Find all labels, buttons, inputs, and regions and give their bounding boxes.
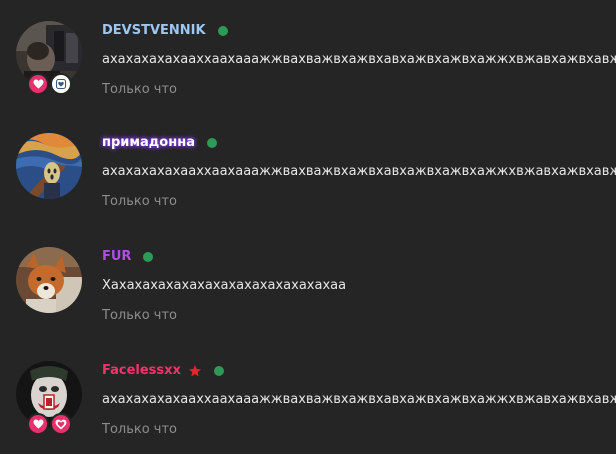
comment-item: Facelessxx ахахахахахааххаахааажжвахважв… xyxy=(0,340,616,454)
comment-item: FUR Хахахахахахахахахахахахахахахаа Толь… xyxy=(0,226,616,340)
username[interactable]: примадонна xyxy=(102,134,195,152)
white-heart-badge[interactable] xyxy=(50,413,72,435)
comment-item: примадонна ахахахахахааххаахааажжвахважв… xyxy=(0,112,616,226)
online-indicator xyxy=(206,138,217,148)
timestamp: Только что xyxy=(102,194,178,209)
heart-badge[interactable] xyxy=(27,73,49,95)
comment-text: ахахахахахааххаахааажжвахважвхажвхавхажв… xyxy=(102,52,616,67)
timestamp: Только что xyxy=(102,308,178,323)
online-indicator xyxy=(143,252,154,262)
timestamp: Только что xyxy=(102,422,178,437)
online-indicator xyxy=(217,26,228,36)
username[interactable]: FUR xyxy=(102,248,131,266)
comment-text: ахахахахахааххаахааажжвахважвхажвхавхажв… xyxy=(102,392,616,407)
avatar[interactable] xyxy=(16,133,82,199)
heart-icon xyxy=(33,79,43,89)
username[interactable]: Facelessxx xyxy=(102,362,181,380)
avatar-container xyxy=(16,21,82,95)
username-row: FUR xyxy=(102,248,154,266)
avatar-container xyxy=(16,133,82,199)
username[interactable]: DEVSTVENNIK xyxy=(102,22,206,40)
avatar-container xyxy=(16,361,82,435)
avatar[interactable] xyxy=(16,247,82,313)
shield-badge[interactable] xyxy=(50,73,72,95)
heart-outline-icon xyxy=(55,419,67,429)
username-row: Facelessxx xyxy=(102,362,224,380)
shield-heart-icon xyxy=(55,78,67,90)
username-row: DEVSTVENNIK xyxy=(102,22,228,40)
comment-text: ахахахахахааххаахааажжвахважвхажвхавхажв… xyxy=(102,164,616,179)
badges xyxy=(27,73,73,95)
heart-badge[interactable] xyxy=(27,413,49,435)
badges xyxy=(27,413,73,435)
comment-text: Хахахахахахахахахахахахахахахаа xyxy=(102,278,347,293)
timestamp: Только что xyxy=(102,82,178,97)
star-icon xyxy=(188,365,201,377)
username-row: примадонна xyxy=(102,134,217,152)
avatar-container xyxy=(16,247,82,313)
heart-icon xyxy=(33,419,43,429)
comment-item: DEVSTVENNIK ахахахахахааххаахааажжвахваж… xyxy=(0,0,616,114)
online-indicator xyxy=(213,366,224,376)
